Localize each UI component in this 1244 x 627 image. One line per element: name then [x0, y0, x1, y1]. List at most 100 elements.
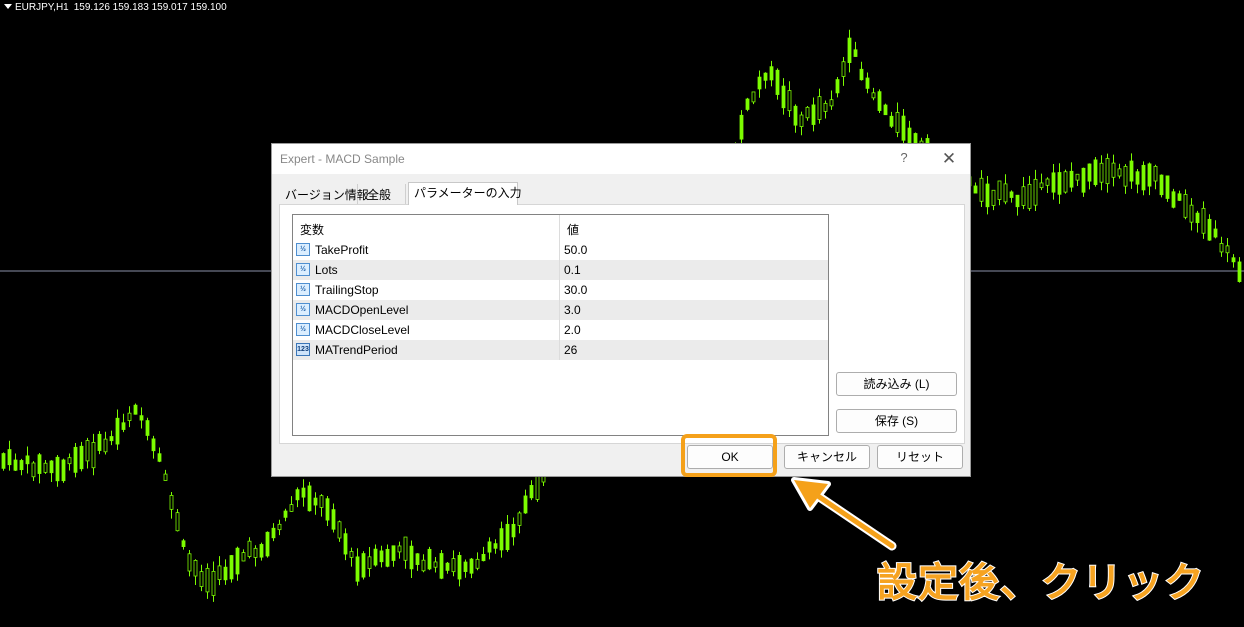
candle-body — [355, 556, 360, 582]
candle-body — [1165, 175, 1170, 199]
chart-ohlc: 159.126 159.183 159.017 159.100 — [73, 2, 227, 13]
table-row[interactable]: ½ MACDOpenLevel 3.0 — [293, 300, 828, 320]
parameter-value[interactable]: 3.0 — [564, 303, 581, 317]
candle-body — [1111, 162, 1116, 178]
candle-body — [85, 440, 90, 462]
candle-body — [139, 415, 144, 421]
candle-body — [1195, 212, 1200, 224]
candle-body — [811, 104, 816, 125]
parameters-table: 変数 値 ½ TakeProfit 50.0 ½ Lots 0.1 ½ Trai… — [292, 214, 829, 436]
expert-properties-dialog: Expert - MACD Sample ? ✕ バージョン情報 全般 パラメー… — [271, 143, 971, 477]
candle-body — [769, 66, 774, 81]
candle-body — [511, 523, 516, 538]
candle-body — [1063, 171, 1068, 193]
column-header-variable[interactable]: 変数 — [300, 221, 324, 238]
tab-panel: 変数 値 ½ TakeProfit 50.0 ½ Lots 0.1 ½ Trai… — [279, 204, 965, 444]
parameter-name: MACDCloseLevel — [315, 323, 410, 337]
candle-body — [529, 485, 534, 499]
candle-body — [1135, 171, 1140, 185]
parameter-value[interactable]: 50.0 — [564, 243, 587, 257]
parameter-name: TrailingStop — [315, 283, 379, 297]
candle-body — [469, 558, 474, 574]
candle-body — [793, 105, 798, 126]
candle-body — [145, 420, 150, 436]
candle-body — [1009, 191, 1014, 198]
tab-general[interactable]: 全般 — [362, 184, 406, 204]
decimal-icon: ½ — [296, 283, 310, 296]
candle-body — [121, 422, 126, 430]
load-button[interactable]: 読み込み (L) — [836, 372, 957, 396]
candle-body — [331, 509, 336, 530]
candle-body — [901, 115, 906, 141]
candle-body — [1015, 194, 1020, 208]
candle-body — [1189, 204, 1194, 223]
candle-body — [877, 91, 882, 111]
candle-body — [1171, 191, 1176, 208]
candle-body — [415, 553, 420, 565]
candle-body — [37, 454, 42, 474]
table-row[interactable]: ½ Lots 0.1 — [293, 260, 828, 280]
candle-body — [43, 462, 48, 473]
integer-icon: 123 — [296, 343, 310, 356]
dialog-titlebar[interactable]: Expert - MACD Sample ? ✕ — [272, 144, 970, 174]
candle-body — [49, 460, 54, 474]
table-row[interactable]: ½ MACDCloseLevel 2.0 — [293, 320, 828, 340]
reset-button[interactable]: リセット — [877, 445, 963, 469]
candle-body — [805, 106, 810, 119]
dialog-title: Expert - MACD Sample — [280, 152, 405, 166]
close-button[interactable]: ✕ — [936, 148, 962, 170]
candle-body — [1057, 172, 1062, 195]
candle-body — [349, 551, 354, 558]
candle-body — [325, 498, 330, 521]
candle-body — [817, 96, 822, 120]
parameter-value[interactable]: 2.0 — [564, 323, 581, 337]
candle-body — [235, 547, 240, 575]
candle-body — [319, 495, 324, 508]
decimal-icon: ½ — [296, 263, 310, 276]
candle-body — [457, 555, 462, 580]
candle-body — [1087, 163, 1092, 182]
parameter-value[interactable]: 30.0 — [564, 283, 587, 297]
candle-body — [25, 455, 30, 465]
candle-body — [289, 504, 294, 512]
candle-body — [517, 512, 522, 526]
help-button[interactable]: ? — [894, 150, 914, 168]
candle-body — [1231, 257, 1236, 263]
candle-body — [109, 436, 114, 442]
tab-version-info[interactable]: バージョン情報 — [280, 184, 369, 204]
candle-body — [247, 540, 252, 557]
parameter-value[interactable]: 26 — [564, 343, 577, 357]
candle-body — [97, 433, 102, 451]
candle-body — [1123, 166, 1128, 187]
parameter-value[interactable]: 0.1 — [564, 263, 581, 277]
column-header-value[interactable]: 値 — [567, 221, 579, 238]
candle-body — [493, 543, 498, 549]
dropdown-triangle-icon[interactable] — [4, 4, 12, 9]
cancel-button[interactable]: キャンセル — [784, 445, 870, 469]
ok-highlight-frame — [681, 434, 777, 477]
candle-body — [823, 102, 828, 112]
candle-body — [205, 568, 210, 593]
candle-body — [217, 565, 222, 580]
candle-body — [1237, 261, 1242, 282]
candle-body — [175, 512, 180, 532]
table-row[interactable]: 123 MATrendPeriod 26 — [293, 340, 828, 360]
tab-input-parameters[interactable]: パラメーターの入力 — [408, 182, 522, 205]
save-button[interactable]: 保存 (S) — [836, 409, 957, 433]
parameter-name: MATrendPeriod — [315, 343, 398, 357]
candle-body — [277, 523, 282, 531]
candle-body — [535, 473, 540, 500]
table-row[interactable]: ½ TrailingStop 30.0 — [293, 280, 828, 300]
candle-body — [523, 495, 528, 514]
candle-body — [451, 558, 456, 573]
candle-body — [1201, 207, 1206, 234]
table-row[interactable]: ½ TakeProfit 50.0 — [293, 240, 828, 260]
candle-body — [115, 417, 120, 445]
candle-body — [229, 555, 234, 580]
candle-body — [55, 456, 60, 482]
candle-body — [295, 489, 300, 501]
candle-body — [1105, 158, 1110, 185]
candle-body — [439, 553, 444, 579]
candle-body — [1129, 160, 1134, 182]
candle-body — [7, 449, 12, 466]
